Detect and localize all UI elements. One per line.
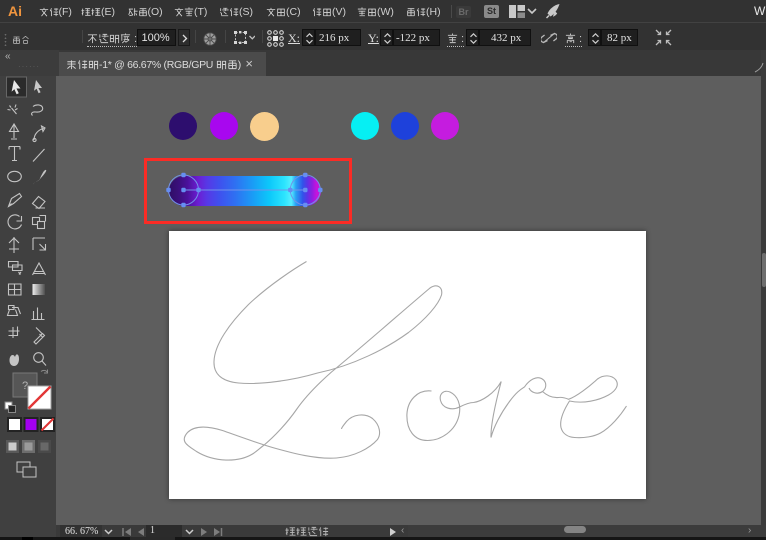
svg-text:?: ?	[22, 380, 28, 392]
